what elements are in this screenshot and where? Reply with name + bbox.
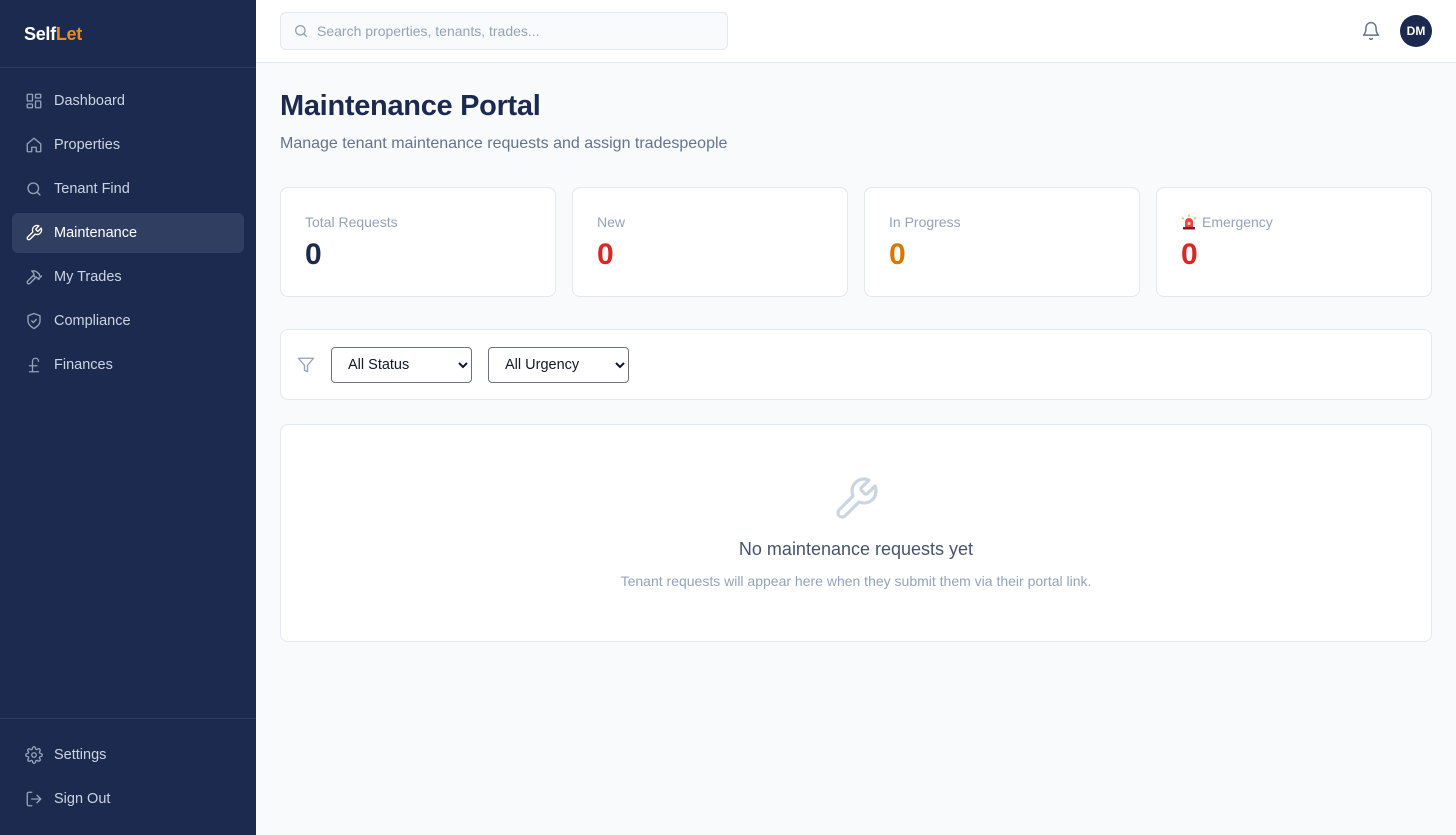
sidebar-item-my-trades[interactable]: My Trades <box>12 257 244 297</box>
search-icon <box>25 180 43 198</box>
sidebar-item-sign-out[interactable]: Sign Out <box>12 779 244 819</box>
empty-state: No maintenance requests yet Tenant reque… <box>280 424 1432 642</box>
home-icon <box>25 136 43 154</box>
sidebar: SelfLet Dashboard Properties Tenant Find… <box>0 0 256 835</box>
sidebar-item-dashboard[interactable]: Dashboard <box>12 81 244 121</box>
page-title: Maintenance Portal <box>280 90 541 122</box>
stat-label: New <box>597 214 626 230</box>
sidebar-item-label: Finances <box>54 357 113 373</box>
search-icon <box>295 25 307 37</box>
search-input[interactable] <box>317 23 717 39</box>
stat-card-total: Total Requests 0 <box>280 187 556 297</box>
empty-state-subtitle: Tenant requests will appear here when th… <box>620 573 1092 589</box>
wrench-icon <box>25 224 43 242</box>
status-filter-select[interactable]: All Status <box>331 346 472 383</box>
sidebar-nav: Dashboard Properties Tenant Find Mainten… <box>12 81 244 389</box>
stat-value: 0 <box>597 238 614 271</box>
brand-logo[interactable]: SelfLet <box>0 0 256 68</box>
stat-label: Total Requests <box>305 214 398 230</box>
sidebar-footer: Settings Sign Out <box>0 718 256 823</box>
siren-icon <box>1181 214 1197 230</box>
stat-value: 0 <box>305 238 322 271</box>
sidebar-item-label: Tenant Find <box>54 181 130 197</box>
stat-value: 0 <box>889 238 906 271</box>
sidebar-item-compliance[interactable]: Compliance <box>12 301 244 341</box>
hammer-icon <box>25 268 43 286</box>
stat-label: In Progress <box>889 214 961 230</box>
stat-card-in-progress: In Progress 0 <box>864 187 1140 297</box>
stat-card-emergency: Emergency 0 <box>1156 187 1432 297</box>
gear-icon <box>25 746 43 764</box>
stat-value: 0 <box>1181 238 1198 271</box>
sidebar-item-label: Compliance <box>54 313 131 329</box>
stats-row: Total Requests 0 New 0 In Progress 0 Eme… <box>280 187 1432 297</box>
brand-name-part1: Self <box>24 24 56 44</box>
filter-bar: All Status All Urgency <box>280 329 1432 400</box>
sidebar-item-label: Dashboard <box>54 93 125 109</box>
sidebar-item-maintenance[interactable]: Maintenance <box>12 213 244 253</box>
avatar[interactable]: DM <box>1400 15 1432 47</box>
grid-icon <box>25 92 43 110</box>
filter-icon <box>297 356 315 374</box>
brand-name-part2: Let <box>55 24 82 44</box>
urgency-filter-select[interactable]: All Urgency <box>488 346 629 383</box>
stat-card-new: New 0 <box>572 187 848 297</box>
sidebar-item-label: Properties <box>54 137 121 153</box>
sidebar-item-label: Settings <box>54 747 107 763</box>
shield-check-icon <box>25 312 43 330</box>
pound-icon <box>25 356 43 374</box>
sidebar-item-settings[interactable]: Settings <box>12 735 244 775</box>
bell-icon[interactable] <box>1361 21 1381 41</box>
main-content: Maintenance Portal Manage tenant mainten… <box>280 63 1432 642</box>
page-subtitle: Manage tenant maintenance requests and a… <box>280 135 728 152</box>
search-bar[interactable] <box>280 12 728 50</box>
sidebar-item-finances[interactable]: Finances <box>12 345 244 385</box>
sidebar-item-label: Maintenance <box>54 225 138 241</box>
sidebar-item-properties[interactable]: Properties <box>12 125 244 165</box>
sidebar-item-tenant-find[interactable]: Tenant Find <box>12 169 244 209</box>
sidebar-item-label: Sign Out <box>54 791 111 807</box>
wrench-icon <box>832 475 880 523</box>
empty-state-title: No maintenance requests yet <box>738 539 974 559</box>
logout-icon <box>25 790 43 808</box>
topbar: DM <box>256 0 1456 63</box>
sidebar-item-label: My Trades <box>54 269 122 285</box>
stat-label: Emergency <box>1202 214 1273 230</box>
